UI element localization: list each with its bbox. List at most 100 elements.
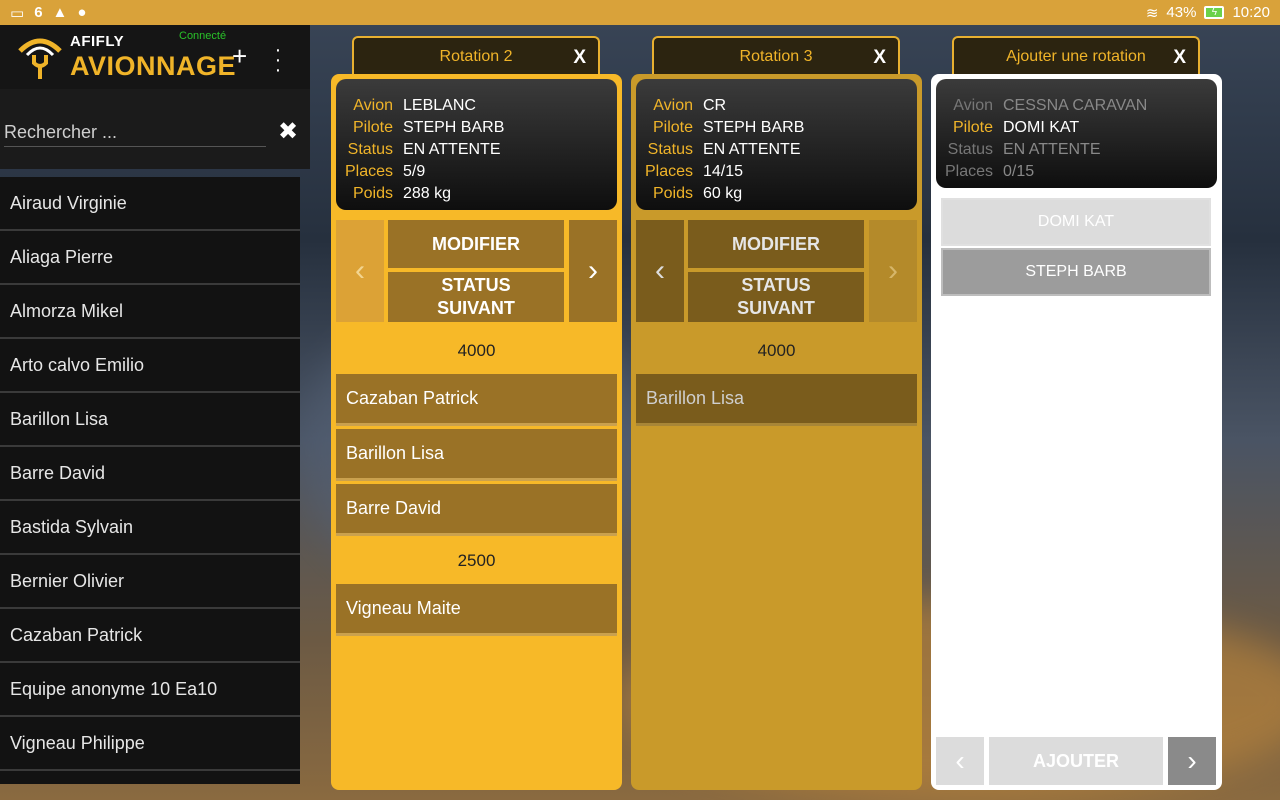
list-item[interactable]: Barillon Lisa (0, 393, 300, 447)
search-panel: ✖ (0, 89, 310, 169)
passenger-row[interactable]: Vigneau Maite (336, 584, 617, 636)
passenger-row[interactable]: Barillon Lisa (636, 374, 917, 426)
value-status: EN ATTENTE (403, 141, 501, 158)
list-item[interactable]: Bastida Sylvain (0, 501, 300, 555)
connection-status: Connecté (179, 30, 227, 42)
app-header: AFIFLY AVIONNAGE Connecté + · · · (0, 25, 310, 89)
value-avion: CESSNA CARAVAN (1003, 97, 1148, 114)
next-button[interactable]: › (1168, 737, 1216, 785)
label-pilote: Pilote (652, 119, 693, 136)
passenger-row[interactable]: Barre David (336, 484, 617, 536)
battery-percent: 43% (1166, 4, 1197, 21)
label-status: Status (347, 141, 393, 158)
list-item[interactable]: Aliaga Pierre (0, 231, 300, 285)
rotation-info-card: Avion CR Pilote STEPH BARB Status EN ATTENT… (636, 79, 917, 210)
pilot-option[interactable]: DOMI KAT (941, 198, 1211, 246)
value-avion: CR (703, 97, 727, 114)
ajouter-button[interactable]: AJOUTER (989, 737, 1163, 785)
label-places: Places (344, 163, 393, 180)
close-rotation-2-button[interactable]: X (573, 47, 586, 69)
search-input[interactable] (4, 119, 266, 147)
people-list: Airaud Virginie Aliaga Pierre Almorza Mi… (0, 177, 300, 784)
list-item[interactable]: Equipe anonyme 10 Ea10 (0, 663, 300, 717)
rotation-info-card: Avion CESSNA CARAVAN Pilote DOMI KAT Statu… (936, 79, 1217, 188)
brand-small: AFIFLY (70, 33, 125, 50)
tab-rotation-3[interactable]: Rotation 3 X (652, 36, 900, 76)
add-rotation-panel: Avion CESSNA CARAVAN Pilote DOMI KAT Statu… (931, 74, 1222, 790)
pin-icon: ● (77, 4, 87, 21)
previous-button[interactable]: ‹ (636, 220, 684, 322)
pilot-option[interactable]: STEPH BARB (941, 248, 1211, 296)
rotation-3-panel: Avion CR Pilote STEPH BARB Status EN ATTENT… (631, 74, 922, 790)
wifi-icon: ≋ (1145, 4, 1159, 22)
next-status-label: STATUS SUIVANT (737, 275, 815, 318)
tab-rotation-2[interactable]: Rotation 2 X (352, 36, 600, 76)
value-places: 0/15 (1003, 163, 1035, 180)
add-button[interactable]: + (232, 43, 247, 69)
value-pilote: DOMI KAT (1003, 119, 1080, 136)
label-avion: Avion (953, 97, 993, 114)
close-add-rotation-button[interactable]: X (1173, 47, 1186, 69)
list-item[interactable]: Almorza Mikel (0, 285, 300, 339)
label-avion: Avion (353, 97, 393, 114)
tab-label: Rotation 3 (739, 48, 813, 65)
value-status: EN ATTENTE (1003, 141, 1101, 158)
system-status-bar: ▭ 6 ▲ ● ≋ 43% ϟ 10:20 (0, 0, 1280, 25)
altitude-label: 4000 (457, 341, 496, 360)
tab-label: Rotation 2 (439, 48, 513, 65)
list-item[interactable]: Bernier Olivier (0, 555, 300, 609)
passenger-row[interactable]: Barillon Lisa (336, 429, 617, 481)
clock: 10:20 (1232, 4, 1270, 21)
value-pilote: STEPH BARB (403, 119, 505, 136)
altitude-label: 2500 (457, 551, 496, 570)
overflow-menu-icon[interactable]: · · · (274, 40, 282, 80)
value-places: 14/15 (703, 163, 744, 180)
rotation-info-card: Avion LEBLANC Pilote STEPH BARB Status EN A… (336, 79, 617, 210)
label-poids: Poids (352, 185, 393, 202)
previous-button[interactable]: ‹ (336, 220, 384, 322)
previous-button[interactable]: ‹ (936, 737, 984, 785)
modifier-button[interactable]: MODIFIER (388, 220, 564, 268)
value-poids: 60 kg (703, 185, 743, 202)
label-pilote: Pilote (352, 119, 393, 136)
label-pilote: Pilote (952, 119, 993, 136)
value-places: 5/9 (403, 163, 426, 180)
label-status: Status (647, 141, 693, 158)
clear-search-icon[interactable]: ✖ (278, 117, 298, 146)
list-item[interactable]: Airaud Virginie (0, 177, 300, 231)
rotation-2-panel: Avion LEBLANC Pilote STEPH BARB Status EN A… (331, 74, 622, 790)
modifier-button[interactable]: MODIFIER (688, 220, 864, 268)
close-rotation-3-button[interactable]: X (873, 47, 886, 69)
battery-icon: ϟ (1204, 6, 1225, 19)
list-item[interactable]: Vigneau Philippe (0, 717, 300, 771)
next-status-button[interactable]: STATUS SUIVANT (688, 272, 864, 322)
value-status: EN ATTENTE (703, 141, 801, 158)
list-item[interactable]: Arto calvo Emilio (0, 339, 300, 393)
rotation-actions: ‹ MODIFIER STATUS SUIVANT › (636, 220, 917, 322)
rotation-actions: ‹ MODIFIER STATUS SUIVANT › (336, 220, 617, 322)
next-status-label: STATUS SUIVANT (437, 275, 515, 318)
tab-add-rotation[interactable]: Ajouter une rotation X (952, 36, 1200, 76)
label-poids: Poids (652, 185, 693, 202)
value-poids: 288 kg (403, 185, 452, 202)
value-pilote: STEPH BARB (703, 119, 805, 136)
add-rotation-footer: ‹ AJOUTER › (936, 737, 1217, 785)
label-places: Places (644, 163, 693, 180)
label-places: Places (944, 163, 993, 180)
warning-icon: ▲ (52, 4, 68, 21)
label-status: Status (947, 141, 993, 158)
image-icon: ▭ (10, 4, 25, 22)
brand-title: AVIONNAGE (70, 51, 237, 81)
next-button[interactable]: › (869, 220, 917, 322)
tab-label: Ajouter une rotation (1006, 48, 1146, 65)
next-button[interactable]: › (569, 220, 617, 322)
list-item[interactable]: Cazaban Patrick (0, 609, 300, 663)
logo-icon (18, 38, 62, 79)
label-avion: Avion (653, 97, 693, 114)
list-item[interactable]: Barre David (0, 447, 300, 501)
notification-count: 6 (34, 4, 43, 21)
altitude-label: 4000 (757, 341, 796, 360)
next-status-button[interactable]: STATUS SUIVANT (388, 272, 564, 322)
passenger-row[interactable]: Cazaban Patrick (336, 374, 617, 426)
value-avion: LEBLANC (403, 97, 476, 114)
